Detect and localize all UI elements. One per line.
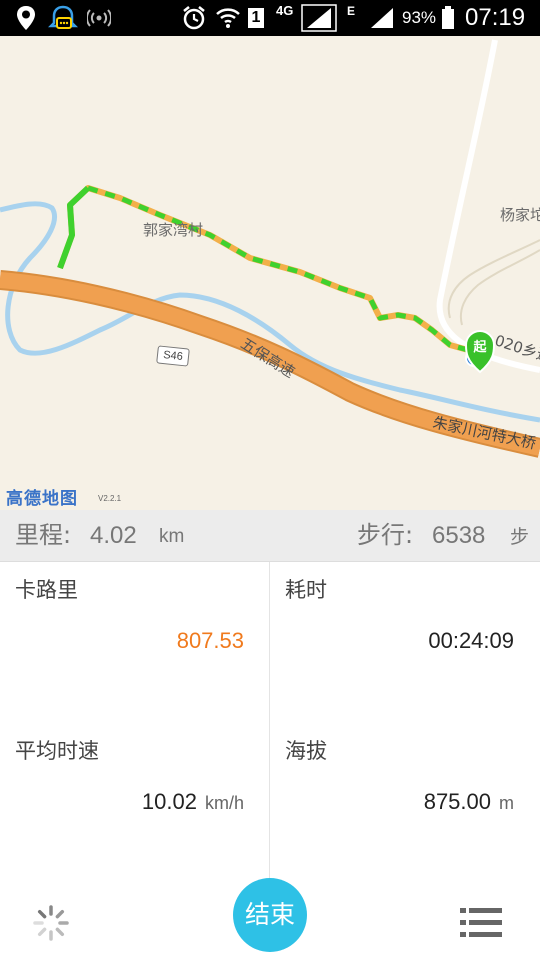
calories-title: 卡路里 [15, 578, 78, 602]
chat-notification-icon [46, 0, 80, 36]
duration-value: 00:24:09 [428, 628, 514, 653]
village-label: 郭家湾村 [143, 221, 204, 239]
altitude-value: 875.00 [423, 789, 491, 814]
highway-badge: S46 [156, 345, 190, 367]
network-e-label: E [347, 4, 356, 18]
sim-slot-icon: 1 [246, 0, 266, 36]
sim-slot-number: 1 [248, 8, 264, 28]
route-map[interactable]: 郭家湾村 杨家坨 020乡道 五保高速 S46 朱家川河特大桥 起 高德地图 V… [0, 36, 540, 510]
start-marker-label: 起 [473, 340, 487, 355]
battery-icon [438, 0, 458, 36]
end-button[interactable]: 结束 [233, 878, 307, 952]
avg-speed-title: 平均时速 [15, 739, 99, 763]
calories-value: 807.53 [176, 628, 244, 653]
map-provider-version: V2.2.1 [98, 494, 122, 503]
signal-strength-2-icon [368, 0, 396, 36]
avg-speed-value-group: 10.02 km/h [142, 789, 244, 815]
clock: 07:19 [465, 4, 526, 31]
distance-label: 里程: [15, 521, 72, 549]
steps-value: 6538 [432, 522, 486, 549]
avg-speed-value: 10.02 [141, 789, 197, 814]
menu-list-icon[interactable] [460, 906, 502, 940]
status-bar: 1 4G E 93% 07:19 [0, 0, 540, 36]
steps-label: 步行: [357, 521, 414, 549]
altitude-value-group: 875.00 m [424, 789, 514, 815]
location-icon [12, 0, 40, 36]
altitude-card: 海拔 875.00 m [270, 723, 539, 885]
map-provider-logo: 高德地图 [6, 489, 78, 509]
steps-unit: 步 [510, 526, 530, 548]
river [0, 201, 540, 423]
calories-card: 卡路里 807.53 [0, 562, 270, 724]
avg-speed-card: 平均时速 10.02 km/h [0, 723, 270, 885]
distance-value: 4.02 [90, 522, 137, 549]
map-canvas [0, 39, 540, 458]
avg-speed-unit: km/h [204, 793, 244, 813]
duration-card: 耗时 00:24:09 [270, 562, 539, 724]
loading-spinner-icon[interactable] [32, 904, 70, 942]
altitude-unit: m [499, 793, 514, 813]
alarm-icon [180, 0, 208, 36]
battery-percent: 93% [402, 8, 437, 27]
duration-title: 耗时 [285, 578, 327, 602]
altitude-title: 海拔 [285, 739, 327, 763]
summary-bar: 里程: 4.02 km 步行: 6538 步 [0, 510, 540, 562]
distance-unit: km [159, 526, 185, 547]
network-4g-label: 4G [276, 3, 294, 18]
hotspot-icon [86, 0, 112, 36]
wifi-icon [214, 0, 242, 36]
signal-strength-icon [300, 0, 338, 36]
place-label-right: 杨家坨 [500, 206, 540, 224]
